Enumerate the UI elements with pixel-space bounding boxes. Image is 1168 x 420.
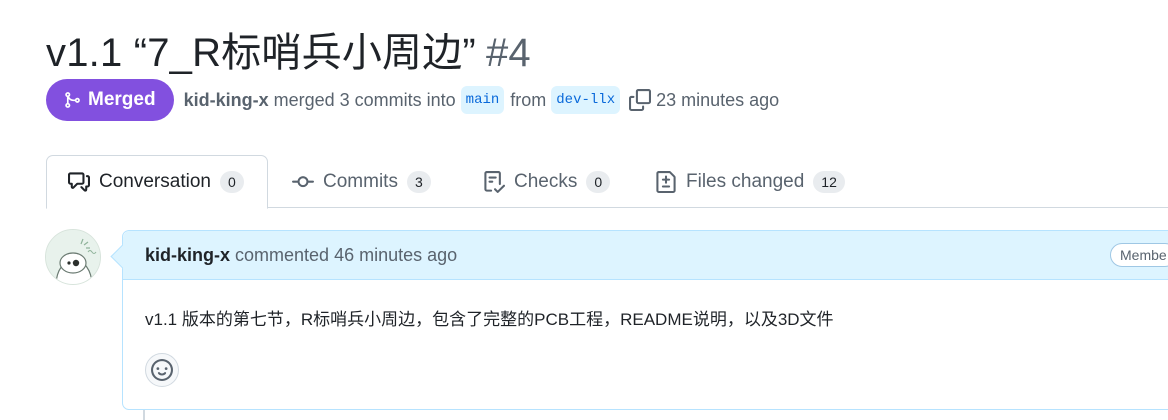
pr-meta: Merged kid-king-x merged 3 commits into … [46, 79, 779, 121]
member-role-badge: Membe [1110, 243, 1168, 267]
pr-title: v1.1 “7_R标哨兵小周边” #4 [46, 20, 531, 78]
tab-conversation-counter: 0 [219, 171, 244, 193]
comment-discussion-icon [68, 171, 90, 193]
tab-commits-label: Commits [323, 170, 398, 192]
git-commit-icon [292, 171, 314, 193]
tab-files-changed-counter: 12 [813, 170, 845, 193]
add-reaction-button[interactable] [145, 353, 179, 387]
tab-checks-counter: 0 [586, 170, 611, 193]
timeline-line [143, 409, 145, 420]
tab-commits[interactable]: Commits 3 [292, 155, 431, 208]
checklist-icon [483, 170, 505, 193]
tab-conversation[interactable]: Conversation 0 [46, 155, 268, 209]
copy-icon[interactable] [628, 88, 652, 112]
pr-tabs: Conversation 0 Commits 3 Checks 0 Files … [46, 155, 1168, 209]
tab-checks-label: Checks [514, 170, 578, 192]
merged-time: 23 minutes ago [656, 89, 780, 110]
base-branch-label[interactable]: main [460, 86, 505, 114]
tab-conversation-label: Conversation [99, 171, 211, 192]
tab-files-changed-label: Files changed [686, 170, 805, 192]
comment-action: commented [235, 244, 330, 265]
smiley-icon [151, 359, 173, 381]
comment-time-link[interactable]: 46 minutes ago [334, 245, 457, 266]
head-branch-label[interactable]: dev-llx [551, 86, 621, 114]
avatar[interactable] [45, 229, 101, 285]
merged-commits-text: merged 3 commits into [273, 89, 456, 110]
from-text: from [510, 89, 547, 110]
merged-status-label: Merged [88, 89, 156, 110]
comment-author-link[interactable]: kid-king-x [145, 245, 230, 266]
pr-author-link[interactable]: kid-king-x [184, 90, 269, 111]
merged-status-badge: Merged [46, 79, 174, 121]
tab-checks[interactable]: Checks 0 [483, 155, 611, 208]
file-diff-icon [655, 170, 677, 193]
tab-commits-counter: 3 [406, 170, 431, 193]
tab-files-changed[interactable]: Files changed 12 [655, 155, 845, 208]
git-merge-icon [63, 91, 81, 109]
comment-header: kid-king-x commented 46 minutes ago Memb… [123, 231, 1168, 280]
pr-number: #4 [485, 31, 531, 75]
comment-box: kid-king-x commented 46 minutes ago Memb… [122, 230, 1168, 410]
pr-title-text: v1.1 “7_R标哨兵小周边” [46, 31, 476, 75]
comment-body: v1.1 版本的第七节，R标哨兵小周边，包含了完整的PCB工程，README说明… [145, 310, 834, 329]
